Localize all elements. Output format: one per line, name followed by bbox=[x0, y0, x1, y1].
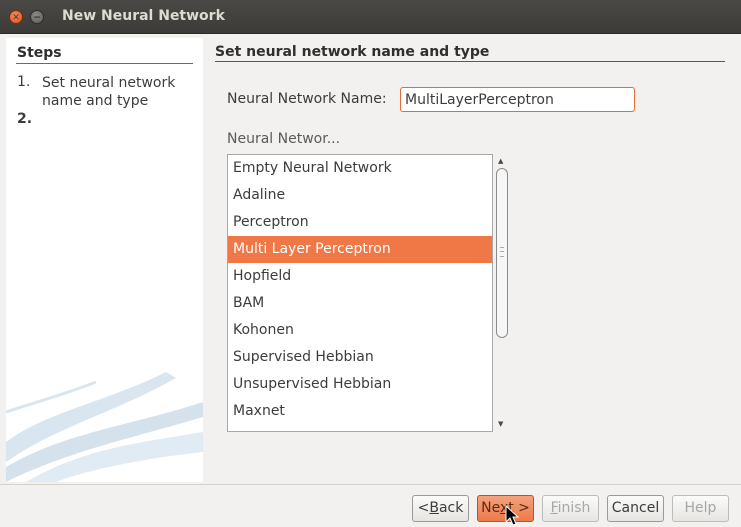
list-item[interactable]: Hopfield bbox=[228, 263, 492, 290]
vertical-scrollbar[interactable] bbox=[496, 168, 508, 338]
list-item-selected[interactable]: Multi Layer Perceptron bbox=[228, 236, 492, 263]
mouse-pointer-icon bbox=[505, 505, 520, 526]
list-item[interactable]: BAM bbox=[228, 290, 492, 317]
back-rest: ack bbox=[438, 500, 464, 516]
back-mnemonic: B bbox=[429, 500, 439, 516]
footer-divider bbox=[0, 484, 741, 485]
cancel-button[interactable]: Cancel bbox=[607, 495, 664, 522]
finish-button[interactable]: Finish bbox=[542, 495, 599, 522]
back-button[interactable]: <Back bbox=[412, 495, 469, 522]
network-name-label: Neural Network Name: bbox=[227, 91, 387, 107]
scroll-down-arrow-icon[interactable]: ▼ bbox=[498, 420, 503, 428]
close-window-button[interactable]: ✕ bbox=[9, 10, 23, 24]
network-name-input[interactable] bbox=[400, 87, 635, 112]
step-label: Set neural network name and type bbox=[42, 75, 176, 109]
next-prefix: Ne bbox=[481, 500, 500, 516]
page-title: Set neural network name and type bbox=[215, 44, 490, 60]
list-item[interactable]: Kohonen bbox=[228, 317, 492, 344]
scroll-up-arrow-icon[interactable]: ▲ bbox=[498, 157, 503, 165]
network-type-list[interactable]: Empty Neural Network Adaline Perceptron … bbox=[227, 154, 493, 432]
scrollbar-grip-icon bbox=[500, 247, 504, 257]
step-item-2: 2. bbox=[17, 111, 187, 127]
heading-divider bbox=[215, 61, 725, 62]
finish-rest: inish bbox=[557, 500, 591, 516]
minimize-window-button[interactable]: − bbox=[30, 10, 44, 24]
back-prefix: < bbox=[417, 500, 430, 516]
list-item[interactable]: Unsupervised Hebbian bbox=[228, 371, 492, 398]
step-item-1: 1. Set neural network name and type bbox=[17, 74, 187, 110]
steps-heading: Steps bbox=[17, 45, 62, 61]
window-title: New Neural Network bbox=[62, 8, 225, 24]
list-item[interactable]: Perceptron bbox=[228, 209, 492, 236]
list-item[interactable]: Adaline bbox=[228, 182, 492, 209]
step-number: 2. bbox=[17, 111, 33, 127]
steps-panel: Steps 1. Set neural network name and type… bbox=[6, 38, 203, 482]
list-item[interactable]: Supervised Hebbian bbox=[228, 344, 492, 371]
steps-divider bbox=[16, 63, 193, 64]
title-bar: ✕ − New Neural Network bbox=[0, 0, 741, 34]
decorative-swoosh-image bbox=[6, 372, 203, 482]
list-item[interactable]: Empty Neural Network bbox=[228, 155, 492, 182]
list-item[interactable]: Maxnet bbox=[228, 398, 492, 425]
finish-mnemonic: F bbox=[550, 500, 558, 516]
network-type-label: Neural Networ... bbox=[227, 131, 341, 147]
help-button[interactable]: Help bbox=[672, 495, 729, 522]
step-number: 1. bbox=[17, 74, 31, 90]
